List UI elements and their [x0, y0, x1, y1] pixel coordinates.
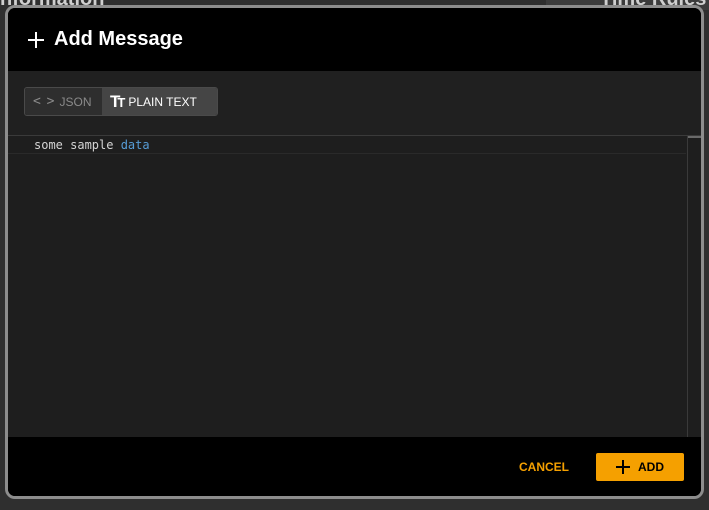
code-icon: < >	[33, 94, 55, 109]
json-toggle-button[interactable]: < > JSON	[25, 88, 102, 115]
plus-icon	[28, 31, 44, 48]
editor-line: some sample data	[8, 136, 686, 154]
dialog-title: Add Message	[54, 28, 183, 50]
add-button[interactable]: ADD	[596, 453, 684, 481]
editor-text: some sample data	[34, 138, 150, 152]
dialog-body: < > JSON TT PLAIN TEXT some sample data	[8, 71, 701, 438]
editor-scrollbar[interactable]	[687, 136, 701, 438]
message-editor[interactable]: some sample data	[8, 135, 701, 438]
dialog-header: Add Message	[8, 8, 701, 71]
plain-text-toggle-button[interactable]: TT PLAIN TEXT	[102, 88, 217, 115]
add-button-label: ADD	[638, 460, 664, 474]
editor-text-keyword: data	[120, 138, 150, 152]
text-format-icon: TT	[110, 91, 125, 111]
format-toggle: < > JSON TT PLAIN TEXT	[24, 87, 218, 116]
plain-text-toggle-label: PLAIN TEXT	[128, 94, 197, 109]
add-message-dialog: Add Message < > JSON TT PLAIN TEXT some …	[5, 5, 704, 499]
plus-icon	[616, 460, 630, 474]
json-toggle-label: JSON	[59, 94, 92, 109]
scrollbar-cursor-mark	[688, 136, 701, 138]
cancel-button[interactable]: CANCEL	[512, 453, 576, 481]
dialog-footer: CANCEL ADD	[8, 437, 701, 496]
editor-text-plain: some sample	[34, 138, 121, 152]
